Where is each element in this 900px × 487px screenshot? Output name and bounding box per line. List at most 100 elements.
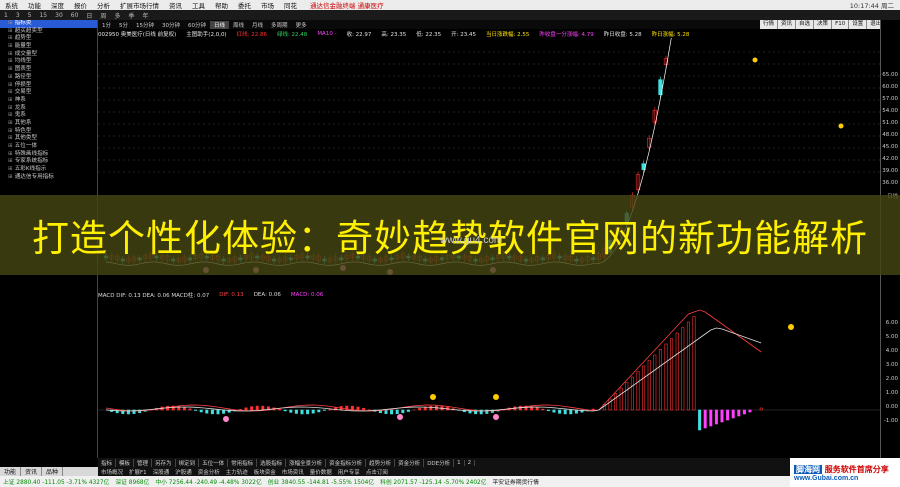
- tab-6[interactable]: 周线: [229, 21, 248, 29]
- expand-icon[interactable]: ⊞: [8, 35, 13, 41]
- indicator-tab-8[interactable]: 涨幅全景分析: [286, 458, 327, 467]
- sidebar-item[interactable]: ⊞ 其他系: [0, 120, 97, 128]
- expand-icon[interactable]: ⊞: [8, 158, 13, 164]
- sidebar-tab-0[interactable]: 功能: [0, 467, 22, 476]
- expand-icon[interactable]: ⊞: [8, 97, 13, 103]
- nav-button-5[interactable]: 设置: [849, 20, 868, 29]
- indicator-tab-4[interactable]: 绑定到: [176, 458, 200, 467]
- sidebar-item[interactable]: ⊞ 鬼系: [0, 112, 97, 120]
- menu-item-0[interactable]: 系统: [0, 0, 23, 10]
- menu-item-5[interactable]: 扩展市场行情: [115, 0, 164, 10]
- menu-item-2[interactable]: 深度: [46, 0, 69, 10]
- expand-icon[interactable]: ⊞: [8, 143, 13, 149]
- tab-1[interactable]: 5分: [115, 21, 132, 29]
- menu-item-4[interactable]: 分析: [92, 0, 115, 10]
- period-button-6[interactable]: 日: [82, 11, 96, 20]
- sidebar-tab-1[interactable]: 资讯: [21, 467, 43, 476]
- period-button-7[interactable]: 周: [96, 11, 110, 20]
- tab-7[interactable]: 月线: [248, 21, 267, 29]
- menu-item-3[interactable]: 报价: [69, 0, 92, 10]
- info-tab-5[interactable]: 主力轨迹: [223, 468, 251, 476]
- menu-item-1[interactable]: 功能: [23, 0, 46, 10]
- info-tab-10[interactable]: 点击订阅: [363, 468, 391, 476]
- sidebar-item[interactable]: ⊞ 交易型: [0, 89, 97, 97]
- expand-icon[interactable]: ⊞: [8, 66, 13, 72]
- nav-button-3[interactable]: 决策: [814, 20, 833, 29]
- indicator-tab-13[interactable]: 1: [454, 459, 465, 466]
- nav-button-2[interactable]: 自选: [796, 20, 815, 29]
- tab-2[interactable]: 15分钟: [132, 21, 158, 29]
- expand-icon[interactable]: ⊞: [8, 112, 13, 118]
- info-tab-2[interactable]: 深股通: [150, 468, 173, 476]
- period-button-3[interactable]: 15: [35, 12, 51, 19]
- sidebar-item[interactable]: ⊞ 均线型: [0, 58, 97, 66]
- indicator-tab-3[interactable]: 另存为: [152, 458, 176, 467]
- indicator-tab-7[interactable]: 选股指标: [257, 458, 287, 467]
- sidebar-item[interactable]: ⊞ 神系: [0, 97, 97, 105]
- period-button-8[interactable]: 多: [110, 11, 124, 20]
- menu-item-8[interactable]: 帮助: [210, 0, 233, 10]
- sidebar-item[interactable]: ⊞ 指标类: [0, 20, 97, 28]
- indicator-tab-6[interactable]: 常用指标: [228, 458, 258, 467]
- expand-icon[interactable]: ⊞: [8, 105, 13, 111]
- sidebar-item[interactable]: ⊞ 趋势型: [0, 35, 97, 43]
- tab-8[interactable]: 多周期: [267, 21, 292, 29]
- expand-icon[interactable]: ⊞: [8, 174, 13, 180]
- indicator-tab-11[interactable]: 资金分析: [395, 458, 425, 467]
- tab-0[interactable]: 1分: [98, 21, 115, 29]
- nav-button-4[interactable]: F10: [832, 20, 850, 29]
- info-tab-9[interactable]: 用户专享: [335, 468, 363, 476]
- period-button-0[interactable]: 1: [0, 12, 12, 19]
- menu-extra-1[interactable]: 市场: [256, 0, 279, 10]
- sidebar-item[interactable]: ⊞ 图表型: [0, 66, 97, 74]
- info-tab-0[interactable]: 市场概况: [98, 468, 126, 476]
- macd-chart[interactable]: [98, 299, 880, 458]
- expand-icon[interactable]: ⊞: [8, 120, 13, 126]
- period-button-2[interactable]: 5: [24, 12, 36, 19]
- period-button-5[interactable]: 60: [67, 12, 83, 19]
- expand-icon[interactable]: ⊞: [8, 135, 13, 141]
- menu-item-7[interactable]: 工具: [187, 0, 210, 10]
- expand-icon[interactable]: ⊞: [8, 74, 13, 80]
- indicator-tab-0[interactable]: 指标: [98, 458, 117, 467]
- indicator-tab-10[interactable]: 趋势分析: [366, 458, 396, 467]
- expand-icon[interactable]: ⊞: [8, 58, 13, 64]
- nav-button-1[interactable]: 资讯: [778, 20, 797, 29]
- period-button-4[interactable]: 30: [51, 12, 67, 19]
- sidebar-item[interactable]: ⊞ 其他类型: [0, 135, 97, 143]
- sidebar-item[interactable]: ⊞ 五彩K线指示: [0, 166, 97, 174]
- expand-icon[interactable]: ⊞: [8, 128, 13, 134]
- sidebar-item[interactable]: ⊞ 通达信专用指标: [0, 174, 97, 182]
- info-tab-7[interactable]: 市场资讯: [279, 468, 307, 476]
- expand-icon[interactable]: ⊞: [8, 166, 13, 172]
- expand-icon[interactable]: ⊞: [8, 151, 13, 157]
- indicator-tab-1[interactable]: 模板: [116, 458, 135, 467]
- info-tab-6[interactable]: 板块资金: [251, 468, 279, 476]
- period-button-10[interactable]: 年: [138, 11, 152, 20]
- period-button-1[interactable]: 3: [12, 12, 24, 19]
- indicator-tab-9[interactable]: 资金指标分析: [326, 458, 367, 467]
- tab-9[interactable]: 更多: [292, 21, 311, 29]
- sidebar-item[interactable]: ⊞ 五位一体: [0, 143, 97, 151]
- tab-4[interactable]: 60分钟: [184, 21, 210, 29]
- sidebar-tab-2[interactable]: 品种: [42, 467, 64, 476]
- info-tab-4[interactable]: 资金分析: [195, 468, 223, 476]
- period-button-9[interactable]: 季: [124, 11, 138, 20]
- menu-extra-0[interactable]: 委托: [233, 0, 256, 10]
- indicator-tab-5[interactable]: 五位一体: [199, 458, 229, 467]
- nav-button-0[interactable]: 行情: [760, 20, 779, 29]
- tab-5[interactable]: 日线: [210, 20, 230, 29]
- sidebar-item[interactable]: ⊞ 专家系统指标: [0, 158, 97, 166]
- menu-extra-2[interactable]: 同花: [279, 0, 302, 10]
- info-tab-3[interactable]: 沪股通: [172, 468, 195, 476]
- menu-item-6[interactable]: 资讯: [164, 0, 187, 10]
- expand-icon[interactable]: ⊞: [8, 20, 13, 26]
- indicator-tab-12[interactable]: DDE分析: [424, 458, 455, 467]
- tab-3[interactable]: 30分钟: [158, 21, 184, 29]
- expand-icon[interactable]: ⊞: [8, 28, 13, 34]
- expand-icon[interactable]: ⊞: [8, 43, 13, 49]
- expand-icon[interactable]: ⊞: [8, 51, 13, 57]
- info-tab-1[interactable]: 扩展F1: [126, 468, 150, 476]
- info-tab-8[interactable]: 量价数据: [307, 468, 335, 476]
- indicator-tab-14[interactable]: 2: [465, 459, 476, 466]
